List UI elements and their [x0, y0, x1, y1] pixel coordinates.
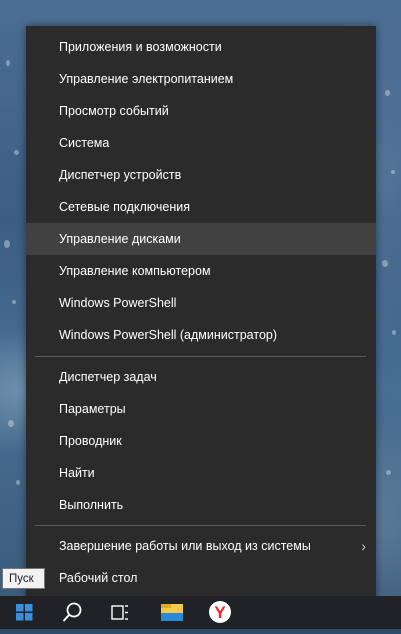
taskbar: Y — [0, 596, 401, 629]
menu-item-disk-management[interactable]: Управление дисками — [26, 223, 376, 255]
winx-context-menu: Приложения и возможности Управление элек… — [26, 26, 376, 601]
menu-item-power-options[interactable]: Управление электропитанием — [26, 63, 376, 95]
menu-separator — [35, 525, 366, 526]
menu-item-apps-features[interactable]: Приложения и возможности — [26, 31, 376, 63]
file-explorer-icon — [161, 604, 183, 621]
menu-item-search[interactable]: Найти — [26, 457, 376, 489]
menu-item-event-viewer[interactable]: Просмотр событий — [26, 95, 376, 127]
chevron-right-icon: › — [361, 538, 366, 554]
yandex-browser-taskbar-button[interactable]: Y — [196, 596, 244, 629]
menu-separator — [35, 356, 366, 357]
windows-start-icon — [16, 604, 33, 621]
menu-item-powershell[interactable]: Windows PowerShell — [26, 287, 376, 319]
search-button[interactable] — [48, 596, 96, 629]
menu-item-system[interactable]: Система — [26, 127, 376, 159]
menu-item-file-explorer[interactable]: Проводник — [26, 425, 376, 457]
menu-item-network-connections[interactable]: Сетевые подключения — [26, 191, 376, 223]
menu-item-label: Завершение работы или выход из системы — [59, 539, 311, 553]
menu-item-device-manager[interactable]: Диспетчер устройств — [26, 159, 376, 191]
search-icon — [62, 602, 82, 622]
menu-item-shutdown-signout[interactable]: Завершение работы или выход из системы › — [26, 530, 376, 562]
task-view-button[interactable] — [96, 596, 144, 629]
start-tooltip: Пуск — [2, 568, 45, 589]
menu-item-powershell-admin[interactable]: Windows PowerShell (администратор) — [26, 319, 376, 351]
menu-item-run[interactable]: Выполнить — [26, 489, 376, 521]
file-explorer-taskbar-button[interactable] — [148, 596, 196, 629]
yandex-browser-icon: Y — [209, 601, 231, 623]
task-view-icon — [111, 605, 128, 620]
yandex-letter: Y — [214, 603, 226, 622]
menu-item-desktop[interactable]: Рабочий стол — [26, 562, 376, 594]
menu-item-task-manager[interactable]: Диспетчер задач — [26, 361, 376, 393]
menu-item-settings[interactable]: Параметры — [26, 393, 376, 425]
menu-item-computer-management[interactable]: Управление компьютером — [26, 255, 376, 287]
start-button[interactable] — [0, 596, 48, 629]
